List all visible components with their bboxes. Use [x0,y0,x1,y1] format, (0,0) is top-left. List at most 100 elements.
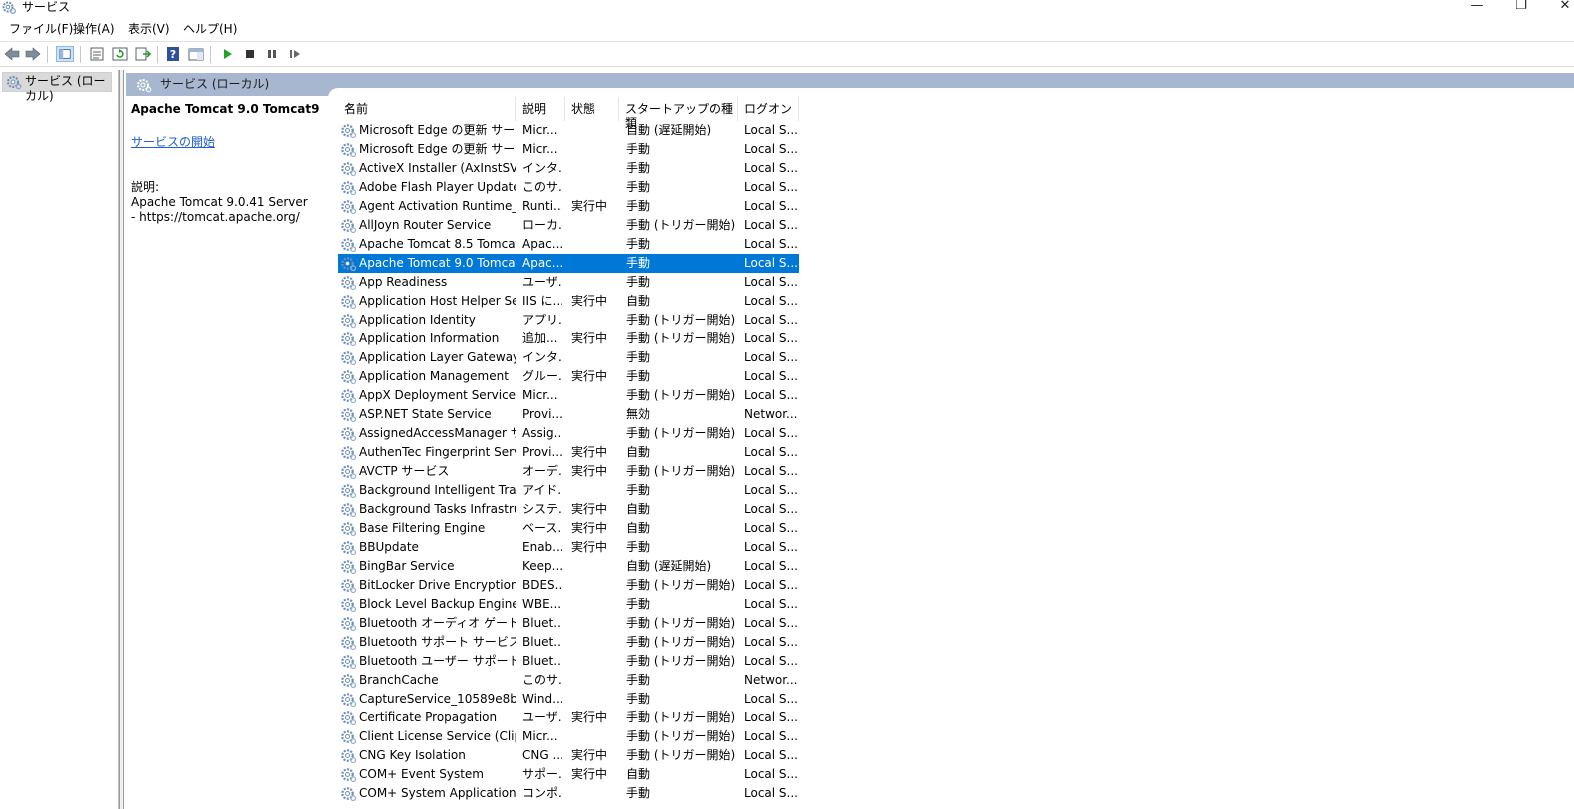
service-row[interactable]: Client License Service (ClipS... Micr... 手… [338,727,799,746]
service-row[interactable]: Block Level Backup Engine ... WBE... 手動 Loc… [338,595,799,614]
service-row[interactable]: BitLocker Drive Encryption ... BDES... 手動 … [338,576,799,595]
service-logon: Networ... [744,672,798,687]
service-logon: Local S... [744,217,798,232]
service-row[interactable]: Agent Activation Runtime_1... Runti... 実行中… [338,197,799,216]
menu-view[interactable]: 表示(V) [125,22,173,36]
service-row[interactable]: Bluetooth サポート サービス Bluet... 手動 (トリガー開始) Lo… [338,633,799,652]
service-name: Application Layer Gateway ... [359,350,516,365]
menu-file[interactable]: ファイル(F) [6,22,76,36]
service-gear-icon [341,465,357,480]
window-title: サービス [22,0,71,14]
menu-bar: ファイル(F) 操作(A) 表示(V) ヘルプ(H) [0,19,1574,39]
service-name: Apache Tomcat 8.5 Tomcat8 [359,236,516,251]
service-row[interactable]: Microsoft Edge の更新 サー... Micr... 手動 Local S… [338,140,799,159]
service-row[interactable]: BingBar Service Keep... 自動 (遅延開始) Local S..… [338,557,799,576]
service-gear-icon [341,332,357,347]
service-logon: Local S... [744,558,798,573]
back-arrow-icon[interactable] [3,46,21,62]
service-name: Application Information [359,331,500,346]
service-row[interactable]: Application Layer Gateway ... インタ... 手動 Loc… [338,348,799,367]
service-logon: Local S... [744,293,798,308]
pause-service-icon[interactable] [263,46,281,62]
service-row[interactable]: ASP.NET State Service Provi... 無効 Networ... [338,405,799,424]
extended-detail-panel: Apache Tomcat 9.0 Tomcat9 サービスの開始 説明: Ap… [126,96,326,809]
service-row[interactable]: App Readiness ユーザ... 手動 Local S... [338,273,799,292]
service-row[interactable]: Application Information 追加... 実行中 手動 (トリガー開… [338,329,799,348]
minimize-button[interactable]: — [1462,0,1492,16]
stop-service-icon[interactable] [241,46,259,62]
service-description: Bluet... [522,653,562,668]
service-row[interactable]: BBUpdate Enab... 実行中 手動 Local S... [338,538,799,557]
service-name: COM+ Event System [359,767,484,782]
menu-help[interactable]: ヘルプ(H) [180,22,240,36]
service-logon: Local S... [744,369,798,384]
console-tree: サービス (ローカル) [0,70,119,809]
column-header-logon[interactable]: ログオン [738,97,799,121]
show-hide-action-pane-icon[interactable] [187,46,205,62]
restart-service-icon[interactable] [286,46,304,62]
service-row[interactable]: Application Identity アプリ... 手動 (トリガー開始) Loc… [338,311,799,330]
column-header-state[interactable]: 状態 [565,97,619,121]
service-row[interactable]: AssignedAccessManager サ... Assig... 手動 (トリ… [338,424,799,443]
service-description: Micr... [522,123,558,137]
column-header-description[interactable]: 説明 [516,97,565,121]
selected-service-name: Apache Tomcat 9.0 Tomcat9 [131,102,320,116]
service-gear-icon [341,597,357,612]
close-button[interactable]: ✕ [1550,0,1574,16]
service-gear-icon [341,181,357,195]
service-row[interactable]: AVCTP サービス オーデ... 実行中 手動 (トリガー開始) Local S... [338,462,799,481]
service-logon: Networ... [744,407,798,422]
forward-arrow-icon[interactable] [24,46,42,62]
column-label: ログオン [744,102,793,116]
service-name: Apache Tomcat 9.0 Tomcat9 [359,255,516,270]
service-row[interactable]: Microsoft Edge の更新 サー... Micr... 自動 (遅延開始)… [338,121,799,140]
service-logon: Local S... [744,691,798,706]
service-logon: Local S... [744,312,798,327]
service-row[interactable]: COM+ Event System サポー... 実行中 自動 Local S... [338,765,799,784]
service-row[interactable]: Adobe Flash Player Update ... このサ... 手動 Loc… [338,178,799,197]
menu-action[interactable]: 操作(A) [70,22,118,36]
service-startup-type: 自動 [626,293,651,308]
service-row[interactable]: AppX Deployment Service (... Micr... 手動 (ト… [338,386,799,405]
service-row[interactable]: CNG Key Isolation CNG ... 実行中 手動 (トリガー開始) Lo… [338,746,799,765]
service-row[interactable]: Apache Tomcat 9.0 Tomcat9 Apac... 手動 Local … [338,253,799,273]
refresh-icon[interactable] [111,46,129,62]
service-name: Application Management [359,369,509,384]
service-logon: Local S... [744,596,798,611]
service-row[interactable]: BranchCache このサ... 手動 Networ... [338,671,799,690]
service-row[interactable]: Background Intelligent Tran... アイド... 手動 Lo… [338,481,799,500]
service-gear-icon [341,787,357,802]
properties-icon[interactable] [88,46,106,62]
service-row[interactable]: Application Host Helper Ser... IIS に... 実行… [338,292,799,311]
service-row[interactable]: COM+ System Application コンポ... 手動 Local S..… [338,784,799,803]
column-header-startup-type[interactable]: スタートアップの種類 [619,97,738,130]
service-row[interactable]: ActiveX Installer (AxInstSV) インタ... 手動 Loca… [338,159,799,178]
service-description: 追加... [522,331,558,346]
service-row[interactable]: AllJoyn Router Service ローカ... 手動 (トリガー開始) L… [338,216,799,235]
service-row[interactable]: Bluetooth オーディオ ゲートウェ... Bluet... 手動 (トリガー… [338,614,799,633]
restore-button[interactable]: ❐ [1506,0,1536,16]
service-startup-type: 手動 [626,179,651,194]
pane-splitter[interactable] [119,70,124,809]
service-row[interactable]: Application Management グルー... 実行中 手動 Local S… [338,367,799,386]
tree-node-services-local[interactable]: サービス (ローカル) [2,72,112,103]
service-row[interactable]: Background Tasks Infrastruc... システ... 実行中 自… [338,500,799,519]
service-row[interactable]: Base Filtering Engine ベース... 実行中 自動 Local S.… [338,519,799,538]
service-startup-type: 自動 [626,767,651,782]
service-description: Apache Tomcat 9.0.41 Server - https://to… [131,195,308,224]
export-list-icon[interactable] [134,46,152,62]
start-service-icon[interactable] [219,46,237,62]
help-icon[interactable]: ? [164,46,182,62]
service-row[interactable]: Certificate Propagation ユーザ... 実行中 手動 (トリガー… [338,708,799,727]
service-description: Keep... [522,558,562,573]
service-row[interactable]: CaptureService_10589e8b Wind... 手動 Local S.… [338,690,799,709]
service-row[interactable]: AuthenTec Fingerprint Servi... Provi... 実行… [338,443,799,462]
service-row[interactable]: Bluetooth ユーザー サポート サ... Bluet... 手動 (トリガー… [338,652,799,671]
service-description: Wind... [522,691,562,706]
show-hide-console-tree-icon[interactable] [56,46,74,62]
start-service-link[interactable]: サービスの開始 [131,135,215,150]
service-logon: Local S... [744,464,798,479]
service-startup-type: 手動 (トリガー開始) [626,748,736,763]
column-header-name[interactable]: ^ 名前 [338,97,516,121]
service-row[interactable]: Apache Tomcat 8.5 Tomcat8 Apac... 手動 Local … [338,235,799,254]
